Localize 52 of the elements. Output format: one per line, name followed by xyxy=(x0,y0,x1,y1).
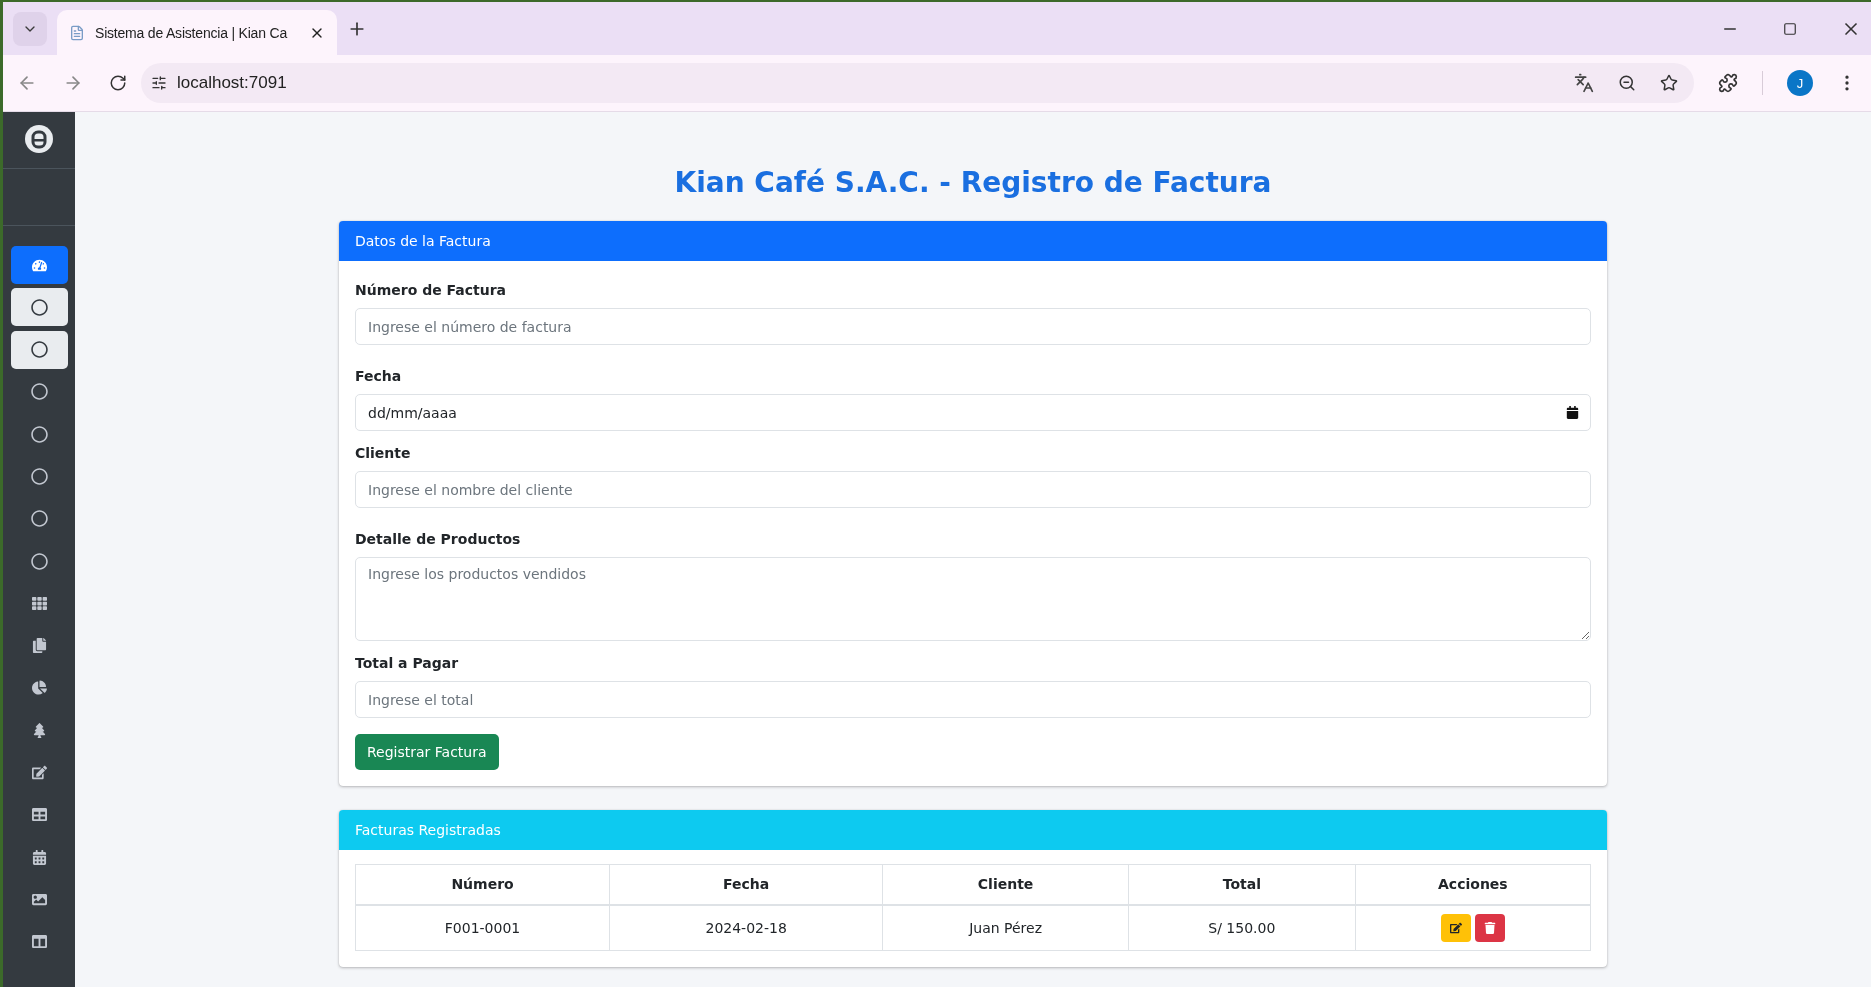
field-label: Detalle de Productos xyxy=(355,531,522,547)
site-info-icon[interactable] xyxy=(151,75,167,91)
table-cell: Juan Pérez xyxy=(882,904,1129,951)
column-header: Total xyxy=(1128,864,1356,905)
input-field[interactable]: Ingrese el número de factura xyxy=(355,308,1591,345)
maximize-icon[interactable] xyxy=(1783,21,1797,36)
dashboard-icon xyxy=(31,257,47,273)
field-label: Cliente xyxy=(355,445,412,461)
column-header: Cliente xyxy=(882,864,1129,905)
edit-icon xyxy=(31,765,47,781)
table-cell: S/ 150.00 xyxy=(1128,904,1356,951)
column-header: Número xyxy=(355,864,610,905)
image-icon xyxy=(31,891,47,907)
submit-button[interactable]: Registrar Factura xyxy=(355,734,499,770)
logo-icon xyxy=(24,124,54,154)
card-header: Datos de la Factura xyxy=(339,221,1607,261)
input-field[interactable]: Ingrese el total xyxy=(355,681,1591,718)
copy-icon xyxy=(31,638,47,654)
calendar-icon xyxy=(31,849,47,865)
edit-button[interactable] xyxy=(1440,913,1471,942)
delete-button[interactable] xyxy=(1474,913,1505,942)
table-cell: F001-0001 xyxy=(355,904,610,951)
reload-icon[interactable] xyxy=(109,74,127,92)
extensions-icon[interactable] xyxy=(1718,73,1738,93)
field-label: Fecha xyxy=(355,368,403,384)
columns-icon xyxy=(31,934,47,950)
column-header: Acciones xyxy=(1355,864,1591,905)
page-title: Kian Café S.A.C. - Registro de Factura xyxy=(674,166,1272,199)
pie-chart-icon xyxy=(31,680,47,696)
column-header: Fecha xyxy=(609,864,883,905)
sidebar-item[interactable] xyxy=(10,246,68,284)
trash-icon xyxy=(1483,921,1496,934)
grid-icon xyxy=(31,595,47,611)
field-label: Total a Pagar xyxy=(355,655,460,671)
zoom-icon[interactable] xyxy=(1618,74,1636,92)
field-label: Número de Factura xyxy=(355,282,508,298)
textarea-field[interactable]: Ingrese los productos vendidos xyxy=(355,557,1591,641)
date-field[interactable]: dd/mm/aaaa xyxy=(355,394,1591,431)
table-cell: 2024-02-18 xyxy=(609,904,883,951)
page-icon xyxy=(69,24,85,41)
profile-avatar[interactable]: J xyxy=(1787,70,1813,96)
sidebar-item[interactable] xyxy=(10,330,68,369)
tree-icon xyxy=(31,722,47,738)
bookmark-icon[interactable] xyxy=(1660,74,1678,92)
sidebar-item[interactable] xyxy=(10,288,68,327)
browser-tab[interactable]: Sistema de Asistencia | Kian Ca xyxy=(57,10,337,55)
edit-icon xyxy=(1449,921,1462,934)
input-field[interactable]: Ingrese el nombre del cliente xyxy=(355,471,1591,508)
table-icon xyxy=(31,807,47,823)
translate-icon[interactable] xyxy=(1574,73,1594,93)
card-header: Facturas Registradas xyxy=(339,810,1607,850)
calendar-icon[interactable] xyxy=(1566,406,1579,419)
